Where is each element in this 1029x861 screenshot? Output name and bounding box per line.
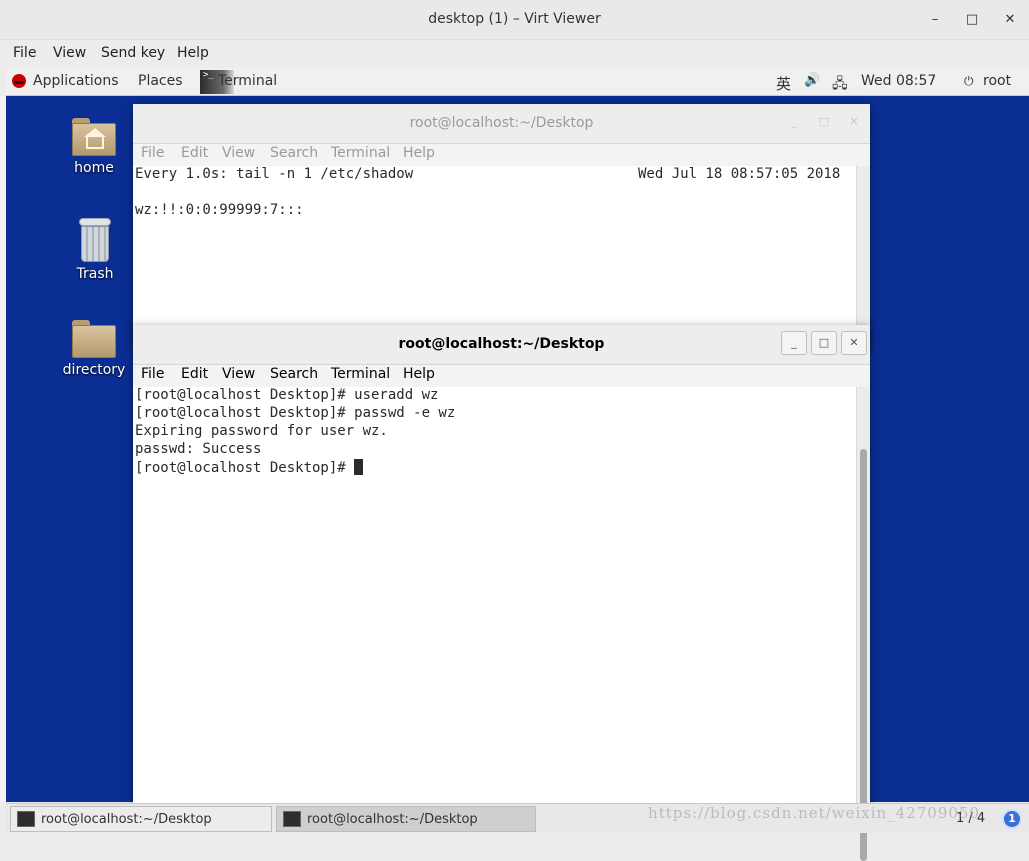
- menu-search[interactable]: Search: [270, 145, 318, 161]
- watch-header-time: Wed Jul 18 08:57:05 2018: [638, 166, 841, 182]
- menu-file[interactable]: File: [141, 366, 164, 382]
- terminal-output[interactable]: Every 1.0s: tail -n 1 /etc/shadow Wed Ju…: [133, 166, 856, 344]
- viewer-menu-file[interactable]: File: [13, 45, 36, 61]
- taskbar-window-label: root@localhost:~/Desktop: [307, 812, 478, 827]
- input-method-indicator[interactable]: 英: [776, 73, 791, 94]
- panel-terminal-launcher[interactable]: Terminal: [198, 68, 286, 96]
- shadow-entry-line: wz:!!:0:0:99999:7:::: [135, 202, 304, 218]
- terminal-output[interactable]: [root@localhost Desktop]# useradd wz [ro…: [133, 387, 856, 803]
- watermark-text: https://blog.csdn.net/weixin_42709050: [648, 804, 981, 822]
- trash-icon: [77, 218, 113, 262]
- desktop-icon-trash-label: Trash: [76, 266, 114, 282]
- taskbar-window-watch[interactable]: root@localhost:~/Desktop: [10, 806, 272, 832]
- viewer-minimize-button[interactable]: –: [925, 10, 945, 30]
- terminal-line: [root@localhost Desktop]# useradd wz: [135, 387, 439, 403]
- watch-header-left: Every 1.0s: tail -n 1 /etc/shadow: [135, 166, 414, 182]
- terminal-title: root@localhost:~/Desktop: [398, 336, 605, 352]
- redhat-logo-icon: [12, 74, 26, 88]
- viewer-titlebar: desktop (1) – Virt Viewer – □ ✕: [0, 0, 1029, 40]
- taskbar-window-active[interactable]: root@localhost:~/Desktop: [276, 806, 536, 832]
- terminal-prompt: [root@localhost Desktop]#: [135, 460, 355, 476]
- viewer-menu-view[interactable]: View: [53, 45, 86, 61]
- desktop-icon-directory[interactable]: directory: [54, 320, 134, 378]
- gnome-top-panel: Applications Places Terminal 英 🔊 🖧 Wed 0…: [6, 68, 1029, 96]
- places-menu[interactable]: Places: [138, 73, 183, 89]
- folder-icon: [72, 320, 116, 358]
- desktop-icon-directory-label: directory: [62, 362, 126, 378]
- terminal-titlebar[interactable]: root@localhost:~/Desktop _ □ ✕: [133, 325, 870, 365]
- menu-terminal[interactable]: Terminal: [331, 366, 390, 382]
- taskbar-window-label: root@localhost:~/Desktop: [41, 812, 212, 827]
- panel-terminal-label: Terminal: [218, 73, 278, 89]
- scrollbar-thumb[interactable]: [860, 449, 867, 861]
- menu-file[interactable]: File: [141, 145, 164, 161]
- terminal-scrollbar[interactable]: [856, 166, 870, 344]
- menu-search[interactable]: Search: [270, 366, 318, 382]
- close-button[interactable]: ✕: [841, 110, 867, 134]
- terminal-line: passwd: Success: [135, 441, 262, 457]
- terminal-icon: [283, 811, 301, 827]
- terminal-menubar: File Edit View Search Terminal Help: [133, 365, 870, 387]
- terminal-menubar: File Edit View Search Terminal Help: [133, 144, 870, 166]
- user-menu-icon[interactable]: ⏻: [964, 74, 974, 89]
- applications-menu[interactable]: Applications: [33, 73, 119, 89]
- viewer-close-button[interactable]: ✕: [1000, 10, 1020, 30]
- terminal-line: Expiring password for user wz.: [135, 423, 388, 439]
- terminal-icon: [17, 811, 35, 827]
- minimize-button[interactable]: _: [781, 110, 807, 134]
- viewer-menu-help[interactable]: Help: [177, 45, 209, 61]
- desktop-icon-home[interactable]: home: [54, 118, 134, 176]
- home-folder-icon: [72, 118, 116, 156]
- terminal-line: [root@localhost Desktop]# passwd -e wz: [135, 405, 456, 421]
- maximize-button[interactable]: □: [811, 331, 837, 355]
- terminal-title: root@localhost:~/Desktop: [409, 115, 594, 131]
- menu-view[interactable]: View: [222, 366, 255, 382]
- maximize-button[interactable]: □: [811, 110, 837, 134]
- terminal-scrollbar[interactable]: [856, 387, 870, 861]
- terminal-window-active[interactable]: root@localhost:~/Desktop _ □ ✕ File Edit…: [133, 325, 870, 861]
- terminal-titlebar[interactable]: root@localhost:~/Desktop _ □ ✕: [133, 104, 870, 144]
- close-button[interactable]: ✕: [841, 331, 867, 355]
- terminal-prompt-line: [root@localhost Desktop]#: [135, 459, 364, 476]
- menu-terminal[interactable]: Terminal: [331, 145, 390, 161]
- text-cursor: [354, 459, 364, 475]
- viewer-title: desktop (1) – Virt Viewer: [428, 11, 601, 27]
- terminal-window-watch[interactable]: root@localhost:~/Desktop _ □ ✕ File Edit…: [133, 104, 870, 344]
- menu-edit[interactable]: Edit: [181, 366, 208, 382]
- network-icon[interactable]: 🖧: [832, 73, 848, 97]
- menu-help[interactable]: Help: [403, 366, 435, 382]
- viewer-menubar: File View Send key Help: [0, 40, 1029, 68]
- user-menu-label[interactable]: root: [983, 73, 1011, 89]
- workspace-badge[interactable]: 1: [1002, 809, 1022, 829]
- menu-view[interactable]: View: [222, 145, 255, 161]
- viewer-menu-send-key[interactable]: Send key: [101, 45, 165, 61]
- desktop-icon-home-label: home: [74, 160, 114, 176]
- menu-edit[interactable]: Edit: [181, 145, 208, 161]
- menu-help[interactable]: Help: [403, 145, 435, 161]
- volume-icon[interactable]: 🔊: [804, 73, 820, 88]
- desktop-icon-trash[interactable]: Trash: [55, 218, 135, 282]
- viewer-maximize-button[interactable]: □: [962, 10, 982, 30]
- minimize-button[interactable]: _: [781, 331, 807, 355]
- panel-clock[interactable]: Wed 08:57: [861, 73, 936, 89]
